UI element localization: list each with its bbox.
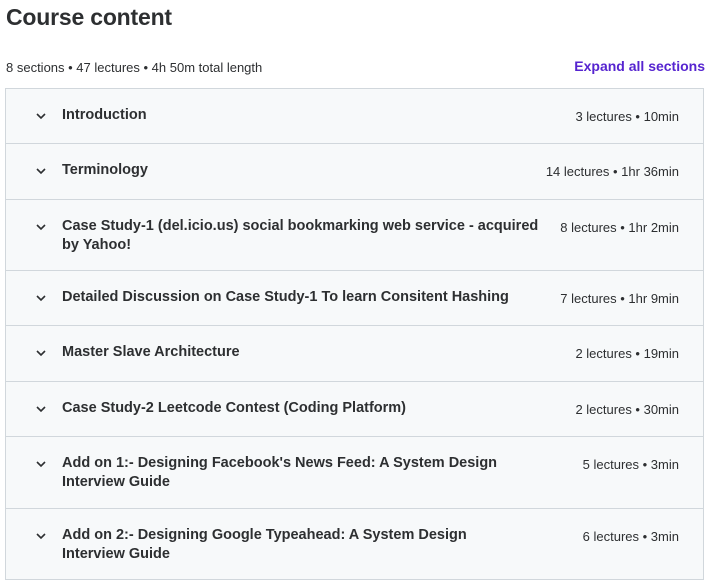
section-detailed-discussion[interactable]: Detailed Discussion on Case Study-1 To l…: [6, 271, 703, 326]
section-add-on-1[interactable]: Add on 1:- Designing Facebook's News Fee…: [6, 437, 703, 509]
chevron-down-icon: [34, 164, 48, 178]
expand-all-sections-button[interactable]: Expand all sections: [574, 58, 705, 74]
section-title: Case Study-2 Leetcode Contest (Coding Pl…: [62, 400, 407, 416]
section-list: Introduction 3 lectures • 10min Terminol…: [5, 88, 704, 580]
section-title: Terminology: [62, 162, 148, 178]
course-summary-row: 8 sections • 47 lectures • 4h 50m total …: [6, 58, 705, 80]
section-info: 2 lectures • 19min: [575, 346, 679, 361]
section-case-study-1[interactable]: Case Study-1 (del.icio.us) social bookma…: [6, 200, 703, 271]
section-title: Master Slave Architecture: [62, 344, 240, 360]
section-title: Detailed Discussion on Case Study-1 To l…: [62, 289, 509, 305]
section-introduction[interactable]: Introduction 3 lectures • 10min: [6, 89, 703, 144]
chevron-down-icon: [34, 402, 48, 416]
chevron-down-icon: [34, 346, 48, 360]
section-case-study-2[interactable]: Case Study-2 Leetcode Contest (Coding Pl…: [6, 382, 703, 437]
chevron-down-icon: [34, 109, 48, 123]
page-title: Course content: [6, 4, 172, 30]
section-info: 3 lectures • 10min: [575, 109, 679, 124]
section-title: Add on 2:- Designing Google Typeahead: A…: [62, 527, 467, 562]
section-master-slave[interactable]: Master Slave Architecture 2 lectures • 1…: [6, 326, 703, 382]
section-info: 8 lectures • 1hr 2min: [560, 220, 679, 235]
section-info: 14 lectures • 1hr 36min: [545, 164, 679, 179]
chevron-down-icon: [34, 220, 48, 234]
section-terminology[interactable]: Terminology 14 lectures • 1hr 36min: [6, 144, 703, 200]
section-title: Case Study-1 (del.icio.us) social bookma…: [62, 218, 539, 253]
section-info: 2 lectures • 30min: [575, 402, 679, 417]
chevron-down-icon: [34, 529, 48, 543]
chevron-down-icon: [34, 291, 48, 305]
section-info: 7 lectures • 1hr 9min: [560, 291, 679, 306]
chevron-down-icon: [34, 457, 48, 471]
section-title: Add on 1:- Designing Facebook's News Fee…: [62, 455, 498, 490]
course-summary: 8 sections • 47 lectures • 4h 50m total …: [6, 60, 263, 75]
section-info: 5 lectures • 3min: [582, 457, 679, 472]
section-info: 6 lectures • 3min: [582, 529, 679, 544]
section-title: Introduction: [62, 107, 147, 123]
section-add-on-2[interactable]: Add on 2:- Designing Google Typeahead: A…: [6, 509, 703, 580]
